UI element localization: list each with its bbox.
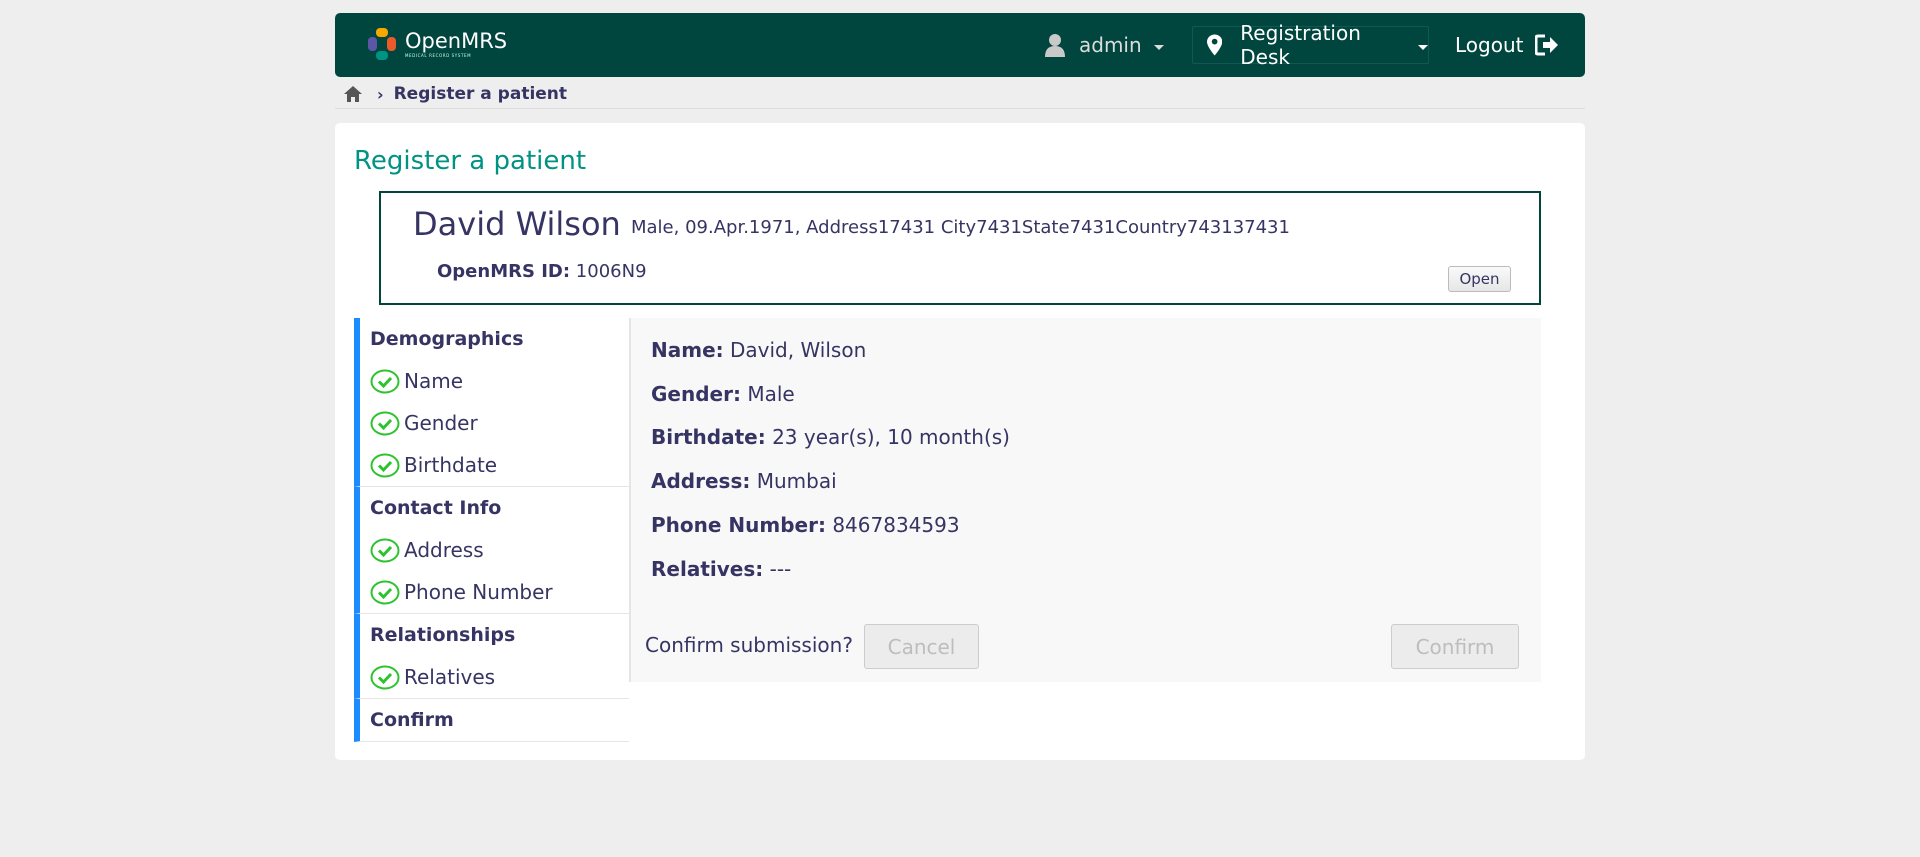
- section-title-confirm[interactable]: Confirm: [360, 699, 629, 741]
- summary-value: 23 year(s), 10 month(s): [772, 425, 1010, 449]
- breadcrumb-divider: [335, 108, 1585, 109]
- summary-label: Relatives:: [651, 557, 764, 581]
- summary-address: Address: Mumbai: [651, 469, 837, 493]
- chevron-down-icon: [1153, 44, 1164, 50]
- step-phone-number[interactable]: Phone Number: [360, 571, 629, 613]
- logout-link[interactable]: Logout: [1455, 13, 1559, 77]
- patient-name: David Wilson: [413, 205, 621, 243]
- openmrs-logo[interactable]: OpenMRS MEDICAL RECORD SYSTEM: [367, 27, 507, 61]
- step-label: Name: [404, 369, 464, 393]
- check-circle-icon: [370, 580, 400, 604]
- user-menu[interactable]: admin: [1045, 13, 1164, 77]
- summary-value: ---: [769, 557, 792, 581]
- section-confirm: Confirm: [354, 699, 629, 742]
- check-circle-icon: [370, 453, 400, 477]
- step-label: Address: [404, 538, 484, 562]
- location-selector[interactable]: Registration Desk: [1192, 21, 1429, 69]
- confirm-button[interactable]: Confirm: [1391, 624, 1519, 669]
- step-label: Phone Number: [404, 580, 553, 604]
- logout-icon: [1535, 34, 1559, 56]
- home-icon[interactable]: [343, 85, 363, 103]
- step-label: Gender: [404, 411, 478, 435]
- patient-info: Male, 09.Apr.1971, Address17431 City7431…: [631, 217, 1290, 238]
- summary-phone-number: Phone Number: 8467834593: [651, 513, 960, 537]
- section-demographics: Demographics Name Gender Birthdate: [354, 318, 629, 487]
- summary-label: Name:: [651, 338, 724, 362]
- user-name: admin: [1079, 33, 1142, 57]
- section-title-demographics[interactable]: Demographics: [360, 318, 629, 360]
- step-label: Relatives: [404, 665, 496, 689]
- section-contact-info: Contact Info Address Phone Number: [354, 487, 629, 614]
- logout-label: Logout: [1455, 33, 1524, 57]
- summary-value: Male: [747, 382, 795, 406]
- cancel-button[interactable]: Cancel: [864, 624, 979, 669]
- summary-gender: Gender: Male: [651, 382, 795, 406]
- summary-label: Phone Number:: [651, 513, 826, 537]
- breadcrumb: › Register a patient: [343, 81, 567, 107]
- section-title-contact-info[interactable]: Contact Info: [360, 487, 629, 529]
- main-card: Register a patient David Wilson Male, 09…: [335, 123, 1585, 760]
- summary-value: David, Wilson: [730, 338, 867, 362]
- brand-subtitle: MEDICAL RECORD SYSTEM: [405, 52, 472, 58]
- check-circle-icon: [370, 411, 400, 435]
- step-navigation: Demographics Name Gender Birthdate Conta…: [354, 318, 629, 746]
- open-button[interactable]: Open: [1448, 266, 1511, 292]
- map-pin-icon: [1207, 34, 1223, 56]
- top-header: OpenMRS MEDICAL RECORD SYSTEM admin Regi…: [335, 13, 1585, 77]
- location-name: Registration Desk: [1240, 21, 1361, 69]
- check-circle-icon: [370, 665, 400, 689]
- step-label: Birthdate: [404, 453, 498, 477]
- page-title: Register a patient: [354, 146, 587, 176]
- confirmation-summary: Name: David, Wilson Gender: Male Birthda…: [629, 318, 1541, 682]
- step-relatives[interactable]: Relatives: [360, 656, 629, 698]
- summary-relatives: Relatives: ---: [651, 557, 791, 581]
- chevron-down-icon: [1418, 44, 1428, 50]
- summary-label: Birthdate:: [651, 425, 766, 449]
- openmrs-logo-icon: [368, 28, 396, 60]
- step-name[interactable]: Name: [360, 360, 629, 402]
- summary-name: Name: David, Wilson: [651, 338, 866, 362]
- patient-id-label: OpenMRS ID:: [437, 261, 571, 282]
- user-icon: [1045, 34, 1065, 57]
- step-address[interactable]: Address: [360, 529, 629, 571]
- summary-birthdate: Birthdate: 23 year(s), 10 month(s): [651, 425, 1010, 449]
- section-title-relationships[interactable]: Relationships: [360, 614, 629, 656]
- chevron-right-icon: ›: [377, 84, 384, 104]
- patient-id: OpenMRS ID: 1006N9: [437, 261, 647, 282]
- summary-label: Gender:: [651, 382, 741, 406]
- section-relationships: Relationships Relatives: [354, 614, 629, 699]
- check-circle-icon: [370, 538, 400, 562]
- check-circle-icon: [370, 369, 400, 393]
- brand-name: OpenMRS: [405, 28, 508, 53]
- summary-label: Address:: [651, 469, 751, 493]
- step-gender[interactable]: Gender: [360, 402, 629, 444]
- summary-value: Mumbai: [756, 469, 837, 493]
- patient-header: David Wilson Male, 09.Apr.1971, Address1…: [379, 191, 1541, 305]
- patient-id-value: 1006N9: [575, 261, 647, 282]
- breadcrumb-current: Register a patient: [393, 84, 568, 104]
- step-birthdate[interactable]: Birthdate: [360, 444, 629, 486]
- summary-value: 8467834593: [832, 513, 960, 537]
- confirm-question: Confirm submission?: [645, 633, 853, 657]
